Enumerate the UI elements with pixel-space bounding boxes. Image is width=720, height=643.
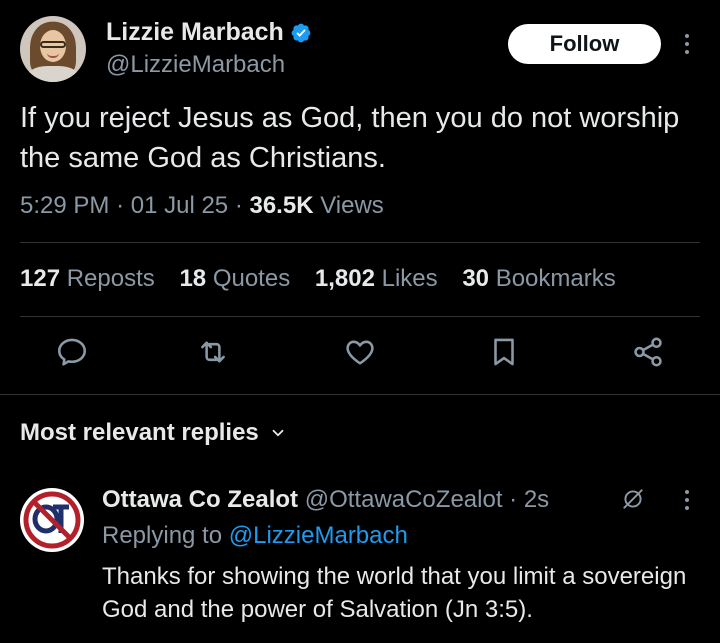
replies-sort-label: Most relevant replies [20, 419, 259, 446]
tweet-meta: 5:29 PM · 01 Jul 25 · 36.5K Views [20, 192, 384, 220]
verified-badge-icon [291, 23, 311, 42]
likes-stat[interactable]: 1,802 Likes [315, 265, 438, 292]
repost-icon[interactable] [196, 335, 230, 369]
bookmarks-stat[interactable]: 30 Bookmarks [462, 265, 615, 292]
tweet-time[interactable]: 5:29 PM [20, 192, 109, 219]
follow-button[interactable]: Follow [508, 24, 661, 64]
author-name-row: Lizzie Marbach [106, 18, 312, 47]
reposts-count: 127 [20, 265, 61, 292]
reply-author-name[interactable]: Ottawa Co Zealot [102, 486, 298, 513]
reply-time[interactable]: · 2s [509, 486, 549, 513]
tweet-stats: 127 Reposts 18 Quotes 1,802 Likes 30 Boo… [20, 265, 634, 293]
divider [20, 242, 700, 243]
author-handle[interactable]: @LizzieMarbach [106, 51, 285, 79]
share-icon[interactable] [631, 335, 665, 369]
replies-sort-dropdown[interactable]: Most relevant replies [20, 419, 287, 447]
quotes-label: Quotes [212, 265, 291, 292]
tweet-header: Lizzie Marbach @LizzieMarbach Follow [20, 16, 700, 86]
reposts-stat[interactable]: 127 Reposts [20, 265, 155, 292]
bookmarks-label: Bookmarks [495, 265, 616, 292]
replying-prefix: Replying to [102, 522, 223, 549]
meta-separator: · [234, 192, 250, 219]
quotes-stat[interactable]: 18 Quotes [179, 265, 290, 292]
meta-separator: · [116, 192, 131, 219]
reposts-label: Reposts [66, 265, 155, 292]
replying-to: Replying to @LizzieMarbach [102, 522, 408, 550]
reply-header: Ottawa Co Zealot @OttawaCoZealot · 2s [102, 486, 549, 514]
bookmark-icon[interactable] [487, 335, 521, 369]
author-name[interactable]: Lizzie Marbach [106, 18, 284, 47]
bookmarks-count: 30 [462, 265, 490, 292]
tweet-text: If you reject Jesus as God, then you do … [20, 102, 680, 174]
likes-count: 1,802 [314, 265, 375, 292]
divider [20, 316, 700, 317]
author-avatar[interactable] [20, 16, 86, 82]
reply-text: Thanks for showing the world that you li… [102, 563, 687, 623]
quotes-count: 18 [179, 265, 207, 292]
views-count: 36.5K [249, 192, 314, 219]
divider [0, 394, 720, 395]
action-bar [0, 335, 720, 375]
chevron-down-icon [272, 429, 284, 437]
more-vertical-icon[interactable] [680, 34, 694, 58]
views-label: Views [320, 192, 384, 219]
reply-avatar[interactable] [20, 488, 84, 552]
reply-author-handle[interactable]: @OttawaCoZealot [305, 486, 503, 513]
no-ot-logo-icon [22, 490, 82, 550]
reply-icon[interactable] [55, 335, 89, 369]
tweet-date[interactable]: 01 Jul 25 [131, 192, 228, 219]
grok-icon[interactable] [620, 486, 646, 512]
reply-more-vertical-icon[interactable] [680, 490, 694, 514]
replying-mention-link[interactable]: @LizzieMarbach [229, 522, 408, 549]
like-icon[interactable] [343, 335, 377, 369]
likes-label: Likes [381, 265, 438, 292]
